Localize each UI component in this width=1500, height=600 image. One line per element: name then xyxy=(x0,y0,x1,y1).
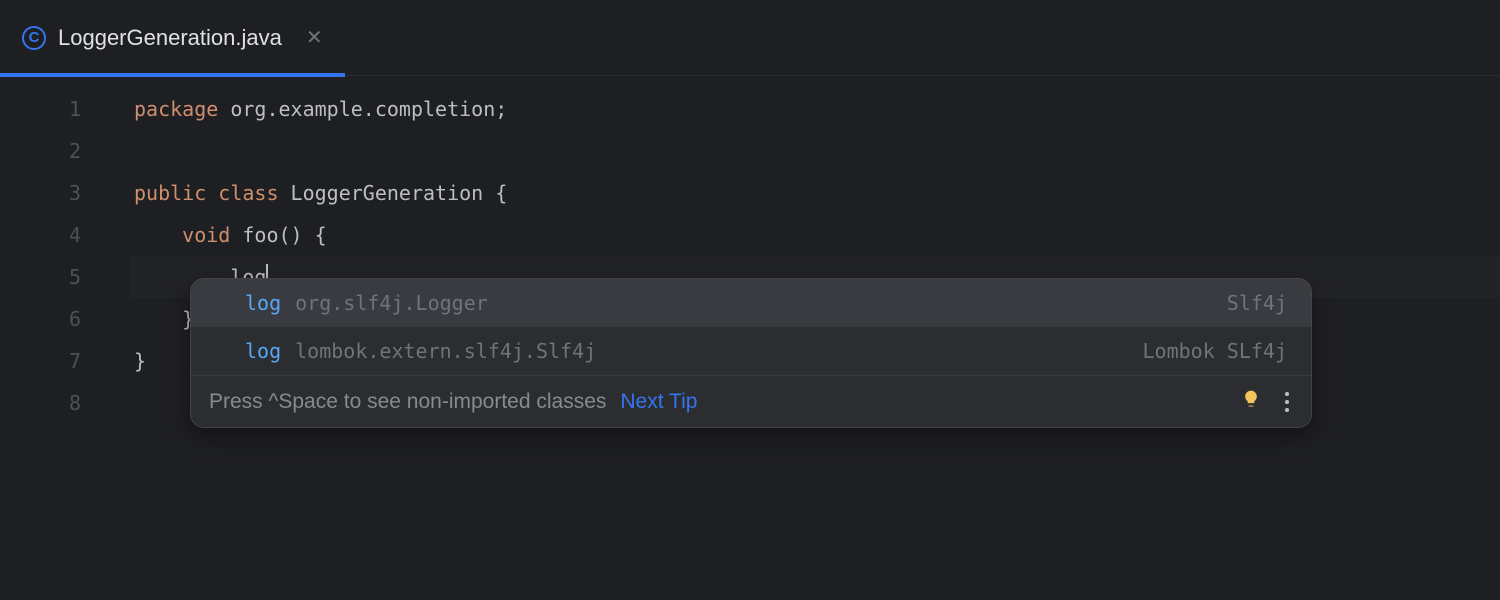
completion-item[interactable]: log org.slf4j.Logger Slf4j xyxy=(191,279,1311,327)
code-area[interactable]: package org.example.completion; public c… xyxy=(130,76,1500,600)
completion-item[interactable]: log lombok.extern.slf4j.Slf4j Lombok SLf… xyxy=(191,327,1311,375)
completion-origin: Lombok SLf4j xyxy=(1143,339,1288,363)
completion-hint: Press ^Space to see non-imported classes xyxy=(209,390,606,414)
completion-footer: Press ^Space to see non-imported classes… xyxy=(191,375,1311,427)
tab-bar: C LoggerGeneration.java ✕ xyxy=(0,0,1500,76)
line-number: 3 xyxy=(0,172,129,214)
completion-type: lombok.extern.slf4j.Slf4j xyxy=(295,339,596,363)
gutter: 1 2 3 4 5 6 7 8 xyxy=(0,76,130,600)
line-number: 1 xyxy=(0,88,129,130)
more-icon[interactable] xyxy=(1281,388,1293,416)
line-number: 4 xyxy=(0,214,129,256)
code-line xyxy=(130,130,1500,172)
completion-origin: Slf4j xyxy=(1227,291,1287,315)
next-tip-link[interactable]: Next Tip xyxy=(620,390,697,414)
code-line: void foo() { xyxy=(130,214,1500,256)
line-number: 2 xyxy=(0,130,129,172)
completion-name: log xyxy=(245,339,281,363)
completion-name: log xyxy=(245,291,281,315)
file-tab[interactable]: C LoggerGeneration.java ✕ xyxy=(0,0,345,76)
completion-type: org.slf4j.Logger xyxy=(295,291,488,315)
line-number: 7 xyxy=(0,340,129,382)
line-number: 5 xyxy=(0,256,129,298)
editor: 1 2 3 4 5 6 7 8 package org.example.comp… xyxy=(0,76,1500,600)
code-line: public class LoggerGeneration { xyxy=(130,172,1500,214)
class-icon: C xyxy=(22,26,46,50)
completion-popup: log org.slf4j.Logger Slf4j log lombok.ex… xyxy=(190,278,1312,428)
line-number: 6 xyxy=(0,298,129,340)
code-line: package org.example.completion; xyxy=(130,88,1500,130)
close-icon[interactable]: ✕ xyxy=(306,25,323,50)
line-number: 8 xyxy=(0,382,129,424)
tab-title: LoggerGeneration.java xyxy=(58,25,282,51)
lightbulb-icon[interactable] xyxy=(1241,389,1261,415)
